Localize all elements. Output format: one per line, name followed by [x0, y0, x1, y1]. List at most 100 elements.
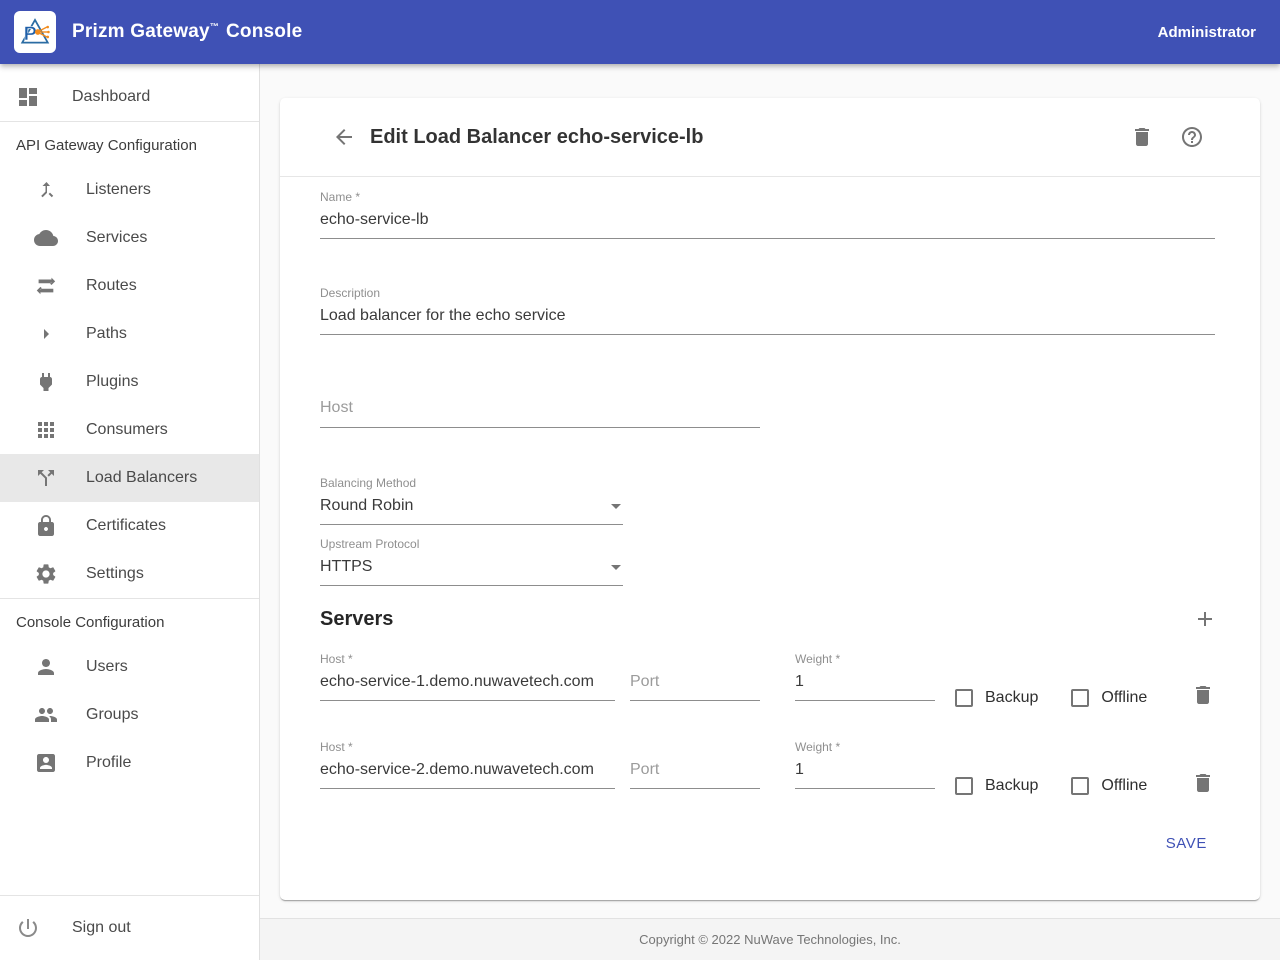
- offline-label: Offline: [1101, 689, 1147, 707]
- account-box-icon: [34, 751, 58, 775]
- apps-grid-icon: [34, 418, 58, 442]
- load-balancer-form: Name * Description Balancing Method Roun…: [280, 177, 1260, 900]
- sidebar-item-label: Services: [86, 229, 147, 247]
- server-weight-input[interactable]: [795, 758, 935, 789]
- backup-checkbox[interactable]: [955, 689, 973, 707]
- server-row: Host * Weight * Backup: [320, 740, 1215, 789]
- sidebar-item-load-balancers[interactable]: Load Balancers: [0, 454, 259, 502]
- upstream-protocol-label: Upstream Protocol: [320, 537, 623, 551]
- sidebar-nav: Dashboard API Gateway Configuration List…: [0, 64, 260, 960]
- main-content: Edit Load Balancer echo-service-lb Name …: [260, 64, 1280, 960]
- sidebar-item-label: Routes: [86, 277, 137, 295]
- top-app-bar: P Prizm Gateway™ Console Administrator: [0, 0, 1280, 64]
- host-input[interactable]: [320, 395, 760, 428]
- call-split-icon: [34, 466, 58, 490]
- sidebar-item-dashboard[interactable]: Dashboard: [0, 73, 259, 121]
- sidebar-item-services[interactable]: Services: [0, 214, 259, 262]
- server-host-label: Host *: [320, 652, 615, 666]
- svg-text:P: P: [24, 23, 37, 45]
- servers-section-header: Servers: [320, 602, 1215, 636]
- help-icon[interactable]: [1180, 125, 1204, 149]
- app-title-suffix: Console: [226, 21, 302, 42]
- server-host-group: Host *: [320, 652, 615, 701]
- sidebar-item-label: Settings: [86, 565, 144, 583]
- sidebar-item-plugins[interactable]: Plugins: [0, 358, 259, 406]
- delete-server-icon[interactable]: [1191, 683, 1215, 707]
- people-icon: [34, 703, 58, 727]
- offline-checkbox[interactable]: [1071, 777, 1089, 795]
- chevron-down-icon: [604, 494, 628, 518]
- save-button[interactable]: SAVE: [1158, 826, 1215, 861]
- sign-out-button[interactable]: Sign out: [0, 896, 259, 960]
- section-header-console-config: Console Configuration: [0, 599, 259, 643]
- add-server-icon[interactable]: [1193, 607, 1217, 631]
- current-user-menu[interactable]: Administrator: [1158, 24, 1256, 41]
- server-weight-input[interactable]: [795, 670, 935, 701]
- lock-icon: [34, 514, 58, 538]
- sidebar-item-label: Listeners: [86, 181, 151, 199]
- sidebar-item-label: Dashboard: [72, 88, 150, 106]
- edit-load-balancer-card: Edit Load Balancer echo-service-lb Name …: [280, 98, 1260, 900]
- prizm-logo-icon: P: [18, 15, 52, 49]
- balancing-method-field: Balancing Method Round Robin: [320, 476, 623, 525]
- power-icon: [16, 916, 40, 940]
- server-weight-group: Weight *: [795, 652, 935, 701]
- listeners-icon: [34, 178, 58, 202]
- delete-server-icon[interactable]: [1191, 771, 1215, 795]
- trademark-symbol: ™: [210, 22, 219, 32]
- gear-icon: [34, 562, 58, 586]
- server-port-group: [630, 758, 760, 789]
- card-header: Edit Load Balancer echo-service-lb: [280, 98, 1260, 177]
- back-arrow-icon[interactable]: [332, 125, 356, 149]
- prizm-logo: P: [14, 11, 56, 53]
- copyright-footer: Copyright © 2022 NuWave Technologies, In…: [260, 918, 1280, 960]
- server-weight-label: Weight *: [795, 740, 935, 754]
- backup-label: Backup: [985, 777, 1038, 795]
- description-label: Description: [320, 286, 1215, 300]
- arrow-right-icon: [34, 322, 58, 346]
- server-host-input[interactable]: [320, 670, 615, 701]
- backup-label: Backup: [985, 689, 1038, 707]
- app-window: P Prizm Gateway™ Console Administrator Da…: [0, 0, 1280, 960]
- sidebar-item-label: Users: [86, 658, 128, 676]
- sidebar-item-profile[interactable]: Profile: [0, 739, 259, 787]
- backup-checkbox[interactable]: [955, 777, 973, 795]
- servers-heading: Servers: [320, 608, 1193, 631]
- person-icon: [34, 655, 58, 679]
- offline-checkbox-group: Offline: [1071, 689, 1147, 707]
- sidebar-item-users[interactable]: Users: [0, 643, 259, 691]
- sidebar-item-settings[interactable]: Settings: [0, 550, 259, 598]
- offline-checkbox[interactable]: [1071, 689, 1089, 707]
- sidebar-item-paths[interactable]: Paths: [0, 310, 259, 358]
- offline-checkbox-group: Offline: [1071, 777, 1147, 795]
- sidebar-item-label: Groups: [86, 706, 138, 724]
- app-title: Prizm Gateway™ Console: [72, 21, 302, 43]
- sidebar-item-certificates[interactable]: Certificates: [0, 502, 259, 550]
- name-input[interactable]: [320, 208, 1215, 239]
- offline-label: Offline: [1101, 777, 1147, 795]
- app-title-brand: Prizm Gateway: [72, 21, 210, 42]
- page-title: Edit Load Balancer echo-service-lb: [370, 126, 1130, 149]
- server-port-input[interactable]: [630, 670, 760, 701]
- section-header-api-gateway: API Gateway Configuration: [0, 122, 259, 166]
- description-input[interactable]: [320, 304, 1215, 335]
- server-host-input[interactable]: [320, 758, 615, 789]
- chevron-down-icon: [604, 555, 628, 579]
- host-field-group: [320, 395, 760, 428]
- balancing-method-select[interactable]: Round Robin: [320, 494, 623, 525]
- plug-icon: [34, 370, 58, 394]
- sidebar-item-consumers[interactable]: Consumers: [0, 406, 259, 454]
- upstream-protocol-select[interactable]: HTTPS: [320, 555, 623, 586]
- sidebar-item-routes[interactable]: Routes: [0, 262, 259, 310]
- upstream-protocol-value: HTTPS: [320, 558, 604, 576]
- sidebar-item-label: Consumers: [86, 421, 168, 439]
- name-field-group: Name *: [320, 190, 1215, 239]
- sidebar-item-groups[interactable]: Groups: [0, 691, 259, 739]
- server-weight-group: Weight *: [795, 740, 935, 789]
- copyright-text: Copyright © 2022 NuWave Technologies, In…: [639, 932, 901, 947]
- cloud-icon: [34, 226, 58, 250]
- sidebar-item-listeners[interactable]: Listeners: [0, 166, 259, 214]
- server-port-group: [630, 670, 760, 701]
- server-port-input[interactable]: [630, 758, 760, 789]
- delete-load-balancer-icon[interactable]: [1130, 125, 1154, 149]
